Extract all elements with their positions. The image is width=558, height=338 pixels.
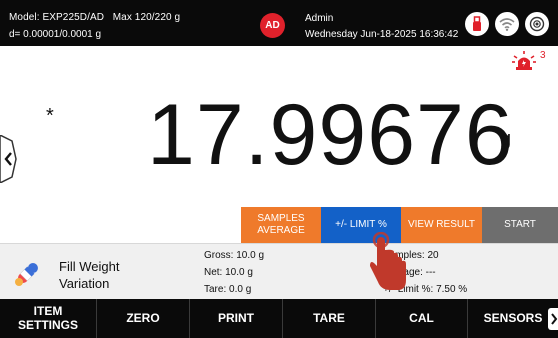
balance-model: Model: EXP225D/AD Max 120/220 g xyxy=(9,12,180,23)
print-label: PRINT xyxy=(218,310,254,325)
zero-button[interactable]: ZERO xyxy=(97,299,190,338)
item-settings-button[interactable]: ITEM SETTINGS xyxy=(0,299,97,338)
side-panel-toggle[interactable] xyxy=(0,134,20,184)
weight-value: 17.99676 xyxy=(147,87,514,183)
chevron-left-icon xyxy=(0,134,17,184)
sensors-label: SENSORS xyxy=(483,310,543,325)
samples-average-button[interactable]: SAMPLES AVERAGE xyxy=(241,207,321,243)
view-result-button[interactable]: VIEW RESULT xyxy=(401,207,482,243)
bottom-toolbar: ITEM SETTINGS ZERO PRINT TARE CAL SENSOR… xyxy=(0,299,558,338)
net-value: Net: 10.0 g xyxy=(204,267,253,278)
alert-count: 3 xyxy=(540,50,546,61)
item-settings-label: ITEM SETTINGS xyxy=(17,304,78,332)
readability: d= 0.00001/0.0001 g xyxy=(9,29,102,40)
datetime: Wednesday Jun-18-2025 16:36:42 xyxy=(305,29,459,40)
samples-average-label: SAMPLES AVERAGE xyxy=(257,213,305,236)
chevron-right-icon xyxy=(551,313,558,325)
print-button[interactable]: PRINT xyxy=(190,299,283,338)
tap-hand-icon xyxy=(370,232,406,290)
tare-value: Tare: 0.0 g xyxy=(204,284,252,295)
model-label: Model: EXP225D/AD xyxy=(9,12,105,23)
pill-capsule-icon xyxy=(15,263,38,286)
toolbar-next-button[interactable] xyxy=(548,308,558,330)
weight-unit[interactable]: g xyxy=(500,128,511,151)
max-capacity: Max 120/220 g xyxy=(112,12,181,23)
tare-button[interactable]: TARE xyxy=(283,299,376,338)
tare-label: TARE xyxy=(313,310,345,325)
cal-label: CAL xyxy=(409,310,434,325)
alarm-indicator[interactable]: 3 xyxy=(510,50,550,72)
method-name: Fill Weight Variation xyxy=(59,259,120,291)
wifi-icon[interactable] xyxy=(495,12,519,36)
usb-icon[interactable] xyxy=(465,12,489,36)
user-avatar[interactable]: AD xyxy=(260,13,285,38)
status-header: Model: EXP225D/AD Max 120/220 g d= 0.000… xyxy=(0,0,558,46)
limit-percent-label: +/- LIMIT % xyxy=(335,219,387,230)
zero-label: ZERO xyxy=(126,310,160,325)
alarm-light-icon xyxy=(512,51,536,70)
cal-button[interactable]: CAL xyxy=(376,299,468,338)
sensors-button[interactable]: SENSORS xyxy=(468,299,558,338)
info-panel: Fill Weight Variation Gross: 10.0 g Net:… xyxy=(0,243,558,299)
start-button[interactable]: START xyxy=(482,207,558,243)
gross-value: Gross: 10.0 g xyxy=(204,250,265,261)
user-name: Admin xyxy=(305,13,334,24)
stability-indicator: * xyxy=(46,105,54,127)
level-bubble-icon[interactable] xyxy=(525,12,549,36)
view-result-label: VIEW RESULT xyxy=(407,219,476,230)
start-label: START xyxy=(504,219,536,230)
